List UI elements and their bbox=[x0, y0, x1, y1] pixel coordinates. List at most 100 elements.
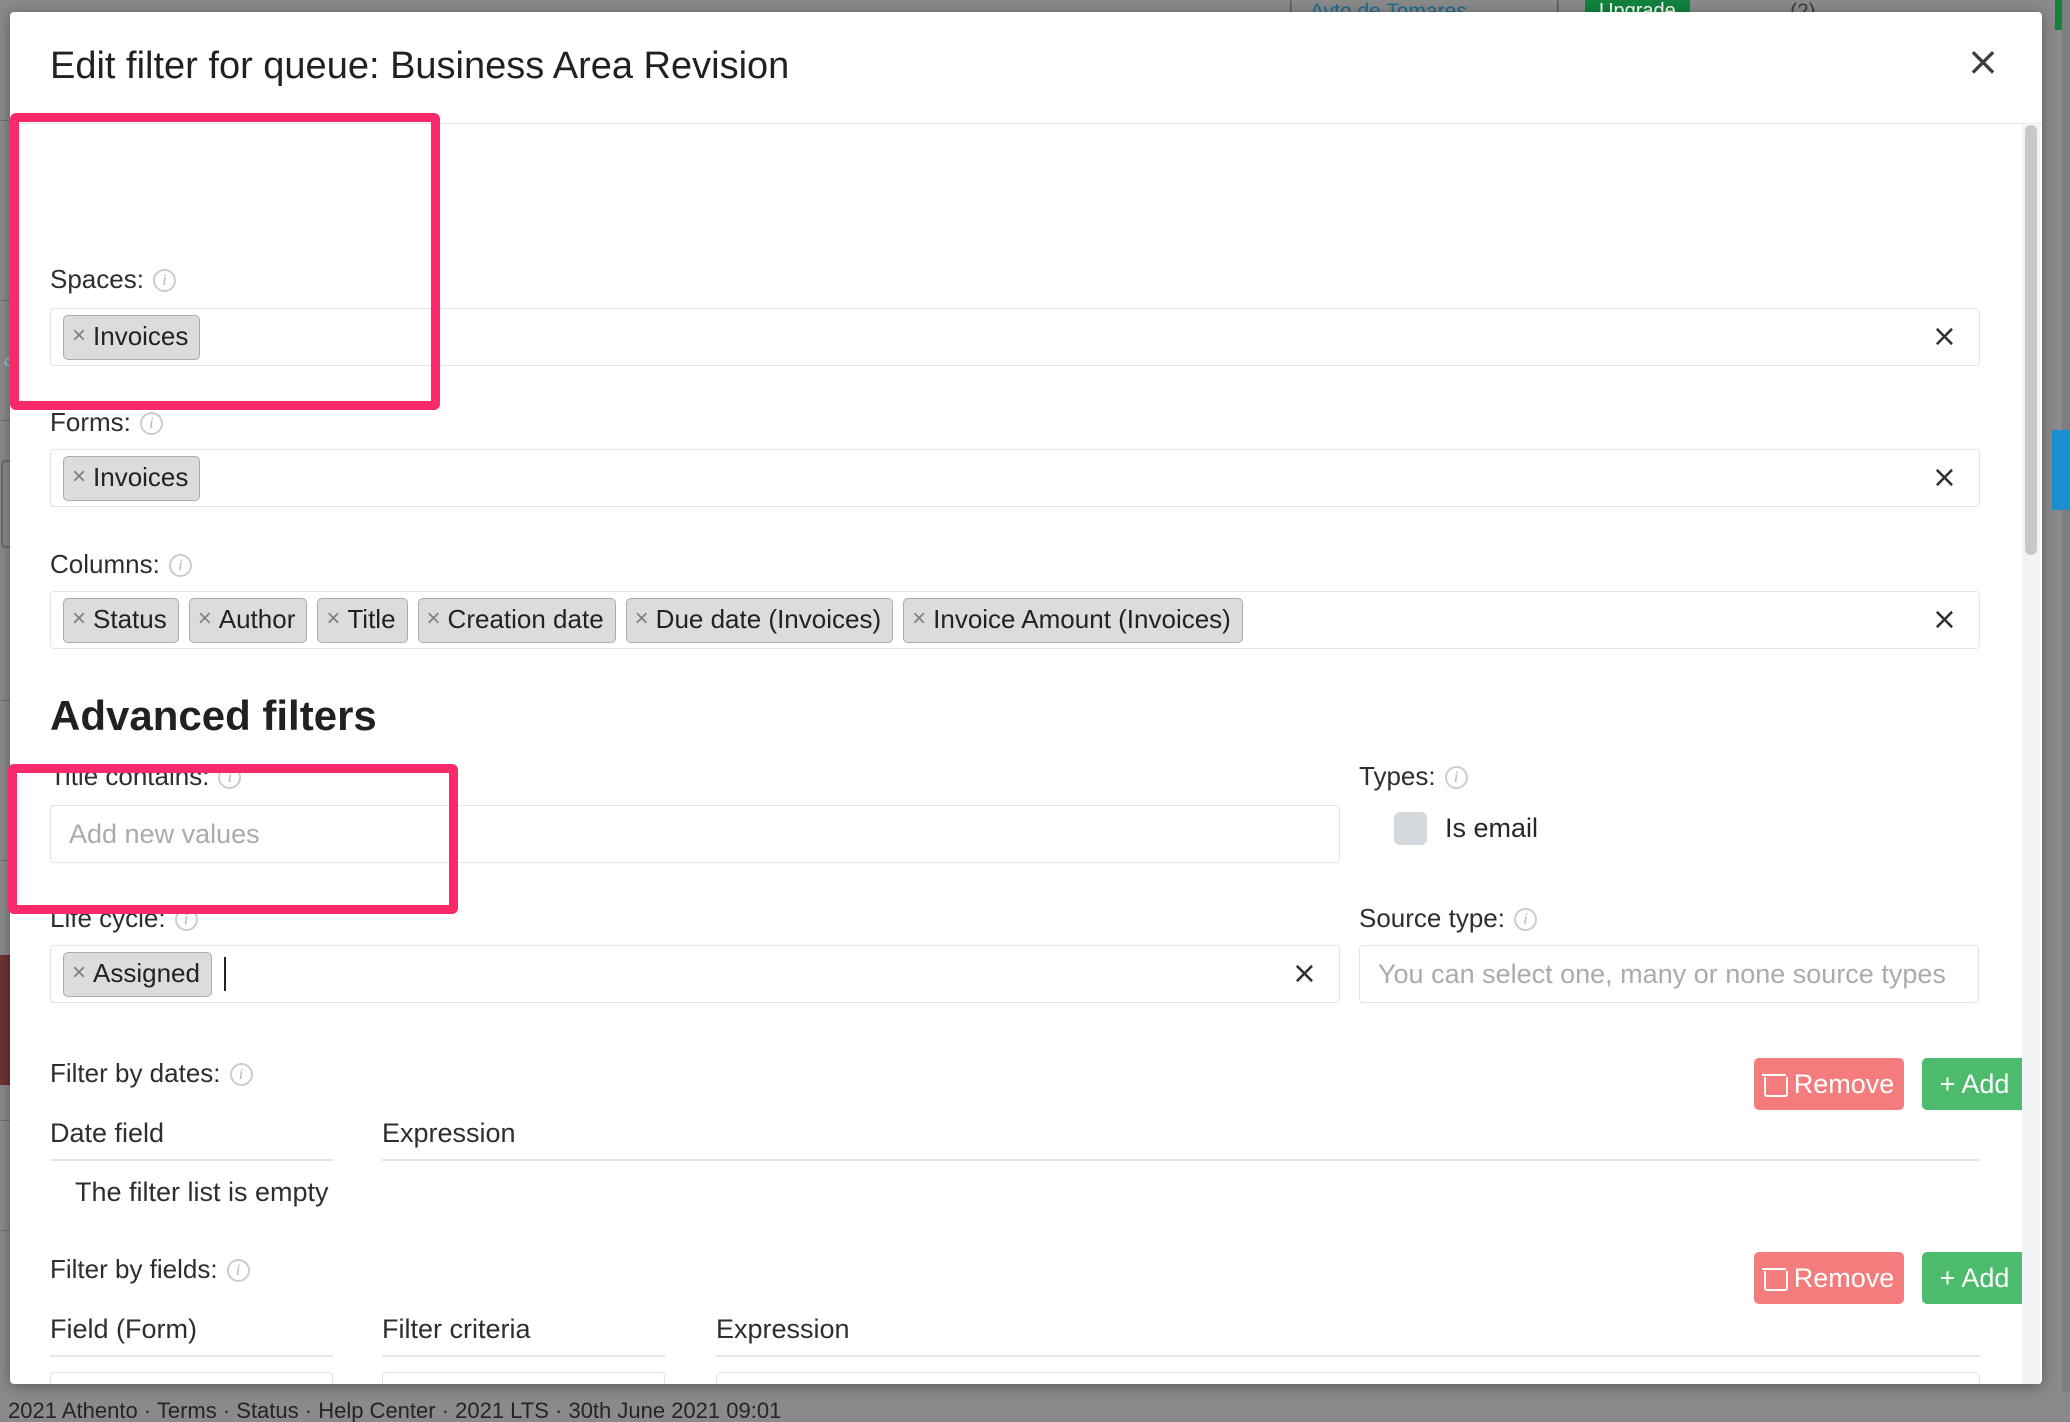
token-author[interactable]: × Author bbox=[189, 598, 308, 643]
filter-by-dates-label: Filter by dates: i bbox=[50, 1058, 253, 1089]
token-spaces-invoices[interactable]: × Invoices bbox=[63, 315, 200, 360]
source-type-placeholder: You can select one, many or none source … bbox=[1378, 959, 1946, 990]
info-icon[interactable]: i bbox=[227, 1259, 250, 1282]
token-remove-icon[interactable]: × bbox=[427, 605, 441, 633]
token-due-date[interactable]: × Due date (Invoices) bbox=[626, 598, 893, 643]
filter-by-dates-remove-button[interactable]: Remove bbox=[1754, 1058, 1904, 1110]
life-cycle-label-text: Life cycle: bbox=[50, 903, 166, 934]
token-remove-icon[interactable]: × bbox=[635, 605, 649, 633]
background-blue-accent bbox=[2052, 430, 2070, 510]
token-remove-icon[interactable]: × bbox=[198, 605, 212, 633]
title-contains-placeholder: Add new values bbox=[69, 819, 260, 850]
modal-header: Edit filter for queue: Business Area Rev… bbox=[10, 12, 2042, 124]
token-label: Invoices bbox=[93, 321, 188, 352]
trash-icon bbox=[1764, 1267, 1784, 1289]
filter-by-fields-remove-button[interactable]: Remove bbox=[1754, 1252, 1904, 1304]
token-remove-icon[interactable]: × bbox=[72, 605, 86, 633]
token-label: Title bbox=[347, 604, 395, 635]
source-type-label: Source type: i bbox=[1359, 903, 1537, 934]
info-icon[interactable]: i bbox=[1445, 766, 1468, 789]
spaces-clear-icon[interactable]: × bbox=[1932, 322, 1957, 352]
expression-select[interactable]: myself ▼ bbox=[716, 1372, 1980, 1384]
token-remove-icon[interactable]: × bbox=[72, 322, 86, 350]
is-email-checkbox[interactable] bbox=[1394, 812, 1427, 845]
fields-col-header-field: Field (Form) bbox=[50, 1314, 333, 1357]
field-form-select[interactable]: In charge of appr... ▼ bbox=[50, 1372, 333, 1384]
spaces-label-text: Spaces: bbox=[50, 264, 144, 295]
token-label: Creation date bbox=[448, 604, 604, 635]
info-icon[interactable]: i bbox=[153, 269, 176, 292]
token-status[interactable]: × Status bbox=[63, 598, 179, 643]
filter-by-dates-add-button[interactable]: + Add bbox=[1922, 1058, 2027, 1110]
forms-input[interactable]: × Invoices × bbox=[50, 449, 1980, 507]
advanced-filters-heading: Advanced filters bbox=[50, 692, 377, 740]
forms-label-text: Forms: bbox=[50, 407, 131, 438]
token-label: Assigned bbox=[93, 958, 200, 989]
life-cycle-label: Life cycle: i bbox=[50, 903, 198, 934]
modal-scrollbar[interactable] bbox=[2022, 125, 2040, 1384]
info-icon[interactable]: i bbox=[140, 412, 163, 435]
token-label: Status bbox=[93, 604, 167, 635]
info-icon[interactable]: i bbox=[1514, 908, 1537, 931]
info-icon[interactable]: i bbox=[230, 1063, 253, 1086]
token-remove-icon[interactable]: × bbox=[72, 463, 86, 491]
token-forms-invoices[interactable]: × Invoices bbox=[63, 456, 200, 501]
filter-by-fields-label-text: Filter by fields: bbox=[50, 1254, 218, 1285]
scrollbar-thumb[interactable] bbox=[2025, 125, 2037, 555]
token-remove-icon[interactable]: × bbox=[912, 605, 926, 633]
button-label: + Add bbox=[1940, 1069, 2010, 1100]
types-label: Types: i bbox=[1359, 761, 1468, 792]
token-label: Author bbox=[219, 604, 296, 635]
title-contains-input[interactable]: Add new values bbox=[50, 805, 1340, 863]
types-option-is-email[interactable]: Is email bbox=[1394, 812, 1538, 845]
dates-col-header-date-field: Date field bbox=[50, 1118, 333, 1161]
spaces-label: Spaces: i bbox=[50, 264, 176, 295]
columns-clear-icon[interactable]: × bbox=[1932, 605, 1957, 635]
button-label: Remove bbox=[1794, 1263, 1895, 1294]
title-contains-label-text: Title contains: bbox=[50, 761, 209, 792]
columns-label: Columns: i bbox=[50, 549, 192, 580]
columns-input[interactable]: × Status × Author × Title × Creation dat… bbox=[50, 591, 1980, 649]
forms-clear-icon[interactable]: × bbox=[1932, 463, 1957, 493]
filter-criteria-select[interactable]: Field value ▼ bbox=[382, 1372, 665, 1384]
source-type-input[interactable]: You can select one, many or none source … bbox=[1359, 945, 1979, 1003]
filter-by-fields-label: Filter by fields: i bbox=[50, 1254, 250, 1285]
token-remove-icon[interactable]: × bbox=[72, 959, 86, 987]
spaces-input[interactable]: × Invoices × bbox=[50, 308, 1980, 366]
title-contains-label: Title contains: i bbox=[50, 761, 241, 792]
forms-label: Forms: i bbox=[50, 407, 163, 438]
dates-col-header-expression: Expression bbox=[382, 1118, 1980, 1161]
source-type-label-text: Source type: bbox=[1359, 903, 1505, 934]
token-title[interactable]: × Title bbox=[317, 598, 407, 643]
filter-by-fields-add-button[interactable]: + Add bbox=[1922, 1252, 2027, 1304]
footer-text: 2021 Athento · Terms · Status · Help Cen… bbox=[8, 1398, 781, 1422]
info-icon[interactable]: i bbox=[169, 554, 192, 577]
fields-col-header-criteria: Filter criteria bbox=[382, 1314, 665, 1357]
token-label: Invoices bbox=[93, 462, 188, 493]
is-email-label: Is email bbox=[1445, 813, 1538, 844]
text-caret bbox=[224, 957, 226, 991]
info-icon[interactable]: i bbox=[218, 766, 241, 789]
token-invoice-amount[interactable]: × Invoice Amount (Invoices) bbox=[903, 598, 1243, 643]
token-label: Due date (Invoices) bbox=[656, 604, 881, 635]
token-creation-date[interactable]: × Creation date bbox=[418, 598, 616, 643]
button-label: Remove bbox=[1794, 1069, 1895, 1100]
filter-by-dates-label-text: Filter by dates: bbox=[50, 1058, 221, 1089]
types-label-text: Types: bbox=[1359, 761, 1436, 792]
button-label: + Add bbox=[1940, 1263, 2010, 1294]
columns-label-text: Columns: bbox=[50, 549, 160, 580]
close-icon[interactable]: × bbox=[1960, 40, 2006, 86]
background-footer: 2021 Athento · Terms · Status · Help Cen… bbox=[0, 1392, 2070, 1422]
token-label: Invoice Amount (Invoices) bbox=[933, 604, 1231, 635]
token-remove-icon[interactable]: × bbox=[326, 605, 340, 633]
background-right-strip bbox=[2062, 0, 2070, 1422]
trash-icon bbox=[1764, 1073, 1784, 1095]
life-cycle-input[interactable]: × Assigned × bbox=[50, 945, 1340, 1003]
edit-filter-modal: Edit filter for queue: Business Area Rev… bbox=[10, 12, 2042, 1384]
token-assigned[interactable]: × Assigned bbox=[63, 952, 212, 997]
page-title: Edit filter for queue: Business Area Rev… bbox=[50, 45, 789, 88]
info-icon[interactable]: i bbox=[175, 908, 198, 931]
dates-empty-message: The filter list is empty bbox=[75, 1177, 329, 1208]
life-cycle-clear-icon[interactable]: × bbox=[1292, 959, 1317, 989]
fields-col-header-expression: Expression bbox=[716, 1314, 1980, 1357]
